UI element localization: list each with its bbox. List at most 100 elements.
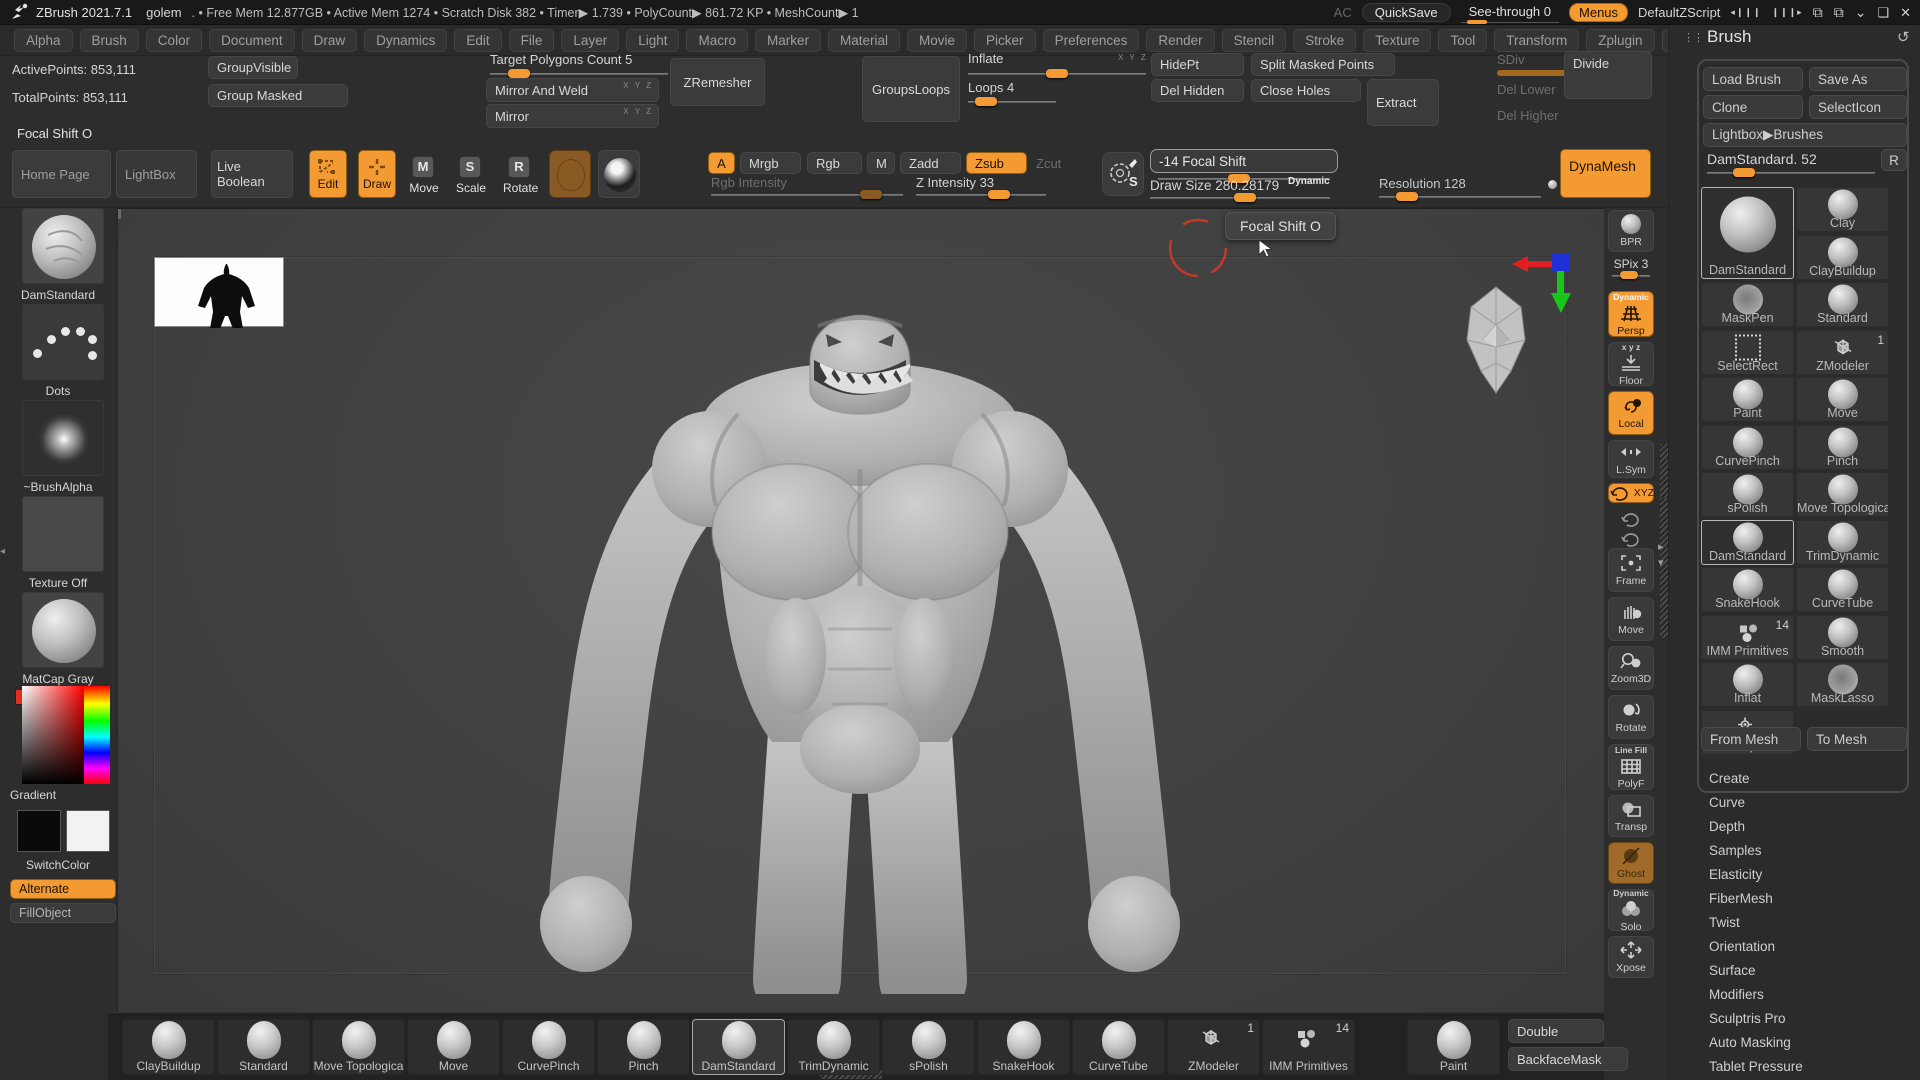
tray-item-move-topologica[interactable]: Move Topologica xyxy=(312,1019,405,1075)
loops-handle[interactable] xyxy=(975,97,997,106)
menu-texture[interactable]: Texture xyxy=(1363,29,1431,52)
close-holes-button[interactable]: Close Holes xyxy=(1251,79,1361,102)
subpalette-sculptris-pro[interactable]: Sculptris Pro xyxy=(1709,1011,1786,1026)
menu-file[interactable]: File xyxy=(509,29,555,52)
dock-button-transp[interactable]: Transp xyxy=(1608,795,1654,837)
scrub-left-icon[interactable]: ◂❙❙❙ xyxy=(1730,7,1761,18)
menus-button[interactable]: Menus xyxy=(1569,3,1628,22)
move-gizmo-button[interactable]: M Move xyxy=(407,156,441,198)
tray-item-damstandard[interactable]: DamStandard xyxy=(692,1019,785,1075)
current-brush-preview[interactable] xyxy=(549,150,591,198)
group-visible-button[interactable]: GroupVisible xyxy=(208,56,298,79)
palette-title[interactable]: Brush xyxy=(1707,27,1751,47)
dock-expand-right-icon[interactable]: ▸ xyxy=(1658,540,1664,553)
dock-button-xyz[interactable]: XYZ xyxy=(1608,483,1654,503)
tray-item-imm-primitives[interactable]: IMM Primitives14 xyxy=(1262,1019,1355,1075)
inflate-xyz-toggle[interactable]: X Y Z xyxy=(1118,53,1148,62)
brush-grid-item-maskpen[interactable]: MaskPen xyxy=(1701,282,1794,327)
tray-item-spolish[interactable]: sPolish xyxy=(882,1019,975,1075)
spix-slider[interactable]: SPix 3 xyxy=(1608,257,1654,285)
brush-grid-item-selectrect[interactable]: SelectRect xyxy=(1701,330,1794,375)
viewport-canvas[interactable]: Focal Shift O xyxy=(118,208,1604,1012)
brush-r-button[interactable]: R xyxy=(1881,149,1907,171)
brush-grid-item-curvetube[interactable]: CurveTube xyxy=(1796,567,1889,612)
secondary-color-swatch[interactable] xyxy=(66,810,110,852)
subpalette-elasticity[interactable]: Elasticity xyxy=(1709,867,1762,882)
split-masked-points-button[interactable]: Split Masked Points xyxy=(1251,53,1395,76)
tray-item-paint[interactable]: Paint xyxy=(1407,1019,1500,1075)
brush-grid-item-masklasso[interactable]: MaskLasso xyxy=(1796,662,1889,707)
subpalette-modifiers[interactable]: Modifiers xyxy=(1709,987,1764,1002)
brush-grid-item-spolish[interactable]: sPolish xyxy=(1701,472,1794,517)
brush-grid-item-move-topologica[interactable]: Move Topologica xyxy=(1796,472,1889,517)
tray-item-snakehook[interactable]: SnakeHook xyxy=(977,1019,1070,1075)
subpalette-samples[interactable]: Samples xyxy=(1709,843,1762,858)
brush-grid-item-imm-primitives[interactable]: IMM Primitives14 xyxy=(1701,615,1794,660)
dock-button-rotate[interactable]: Rotate xyxy=(1608,695,1654,739)
brush-grid-item-zmodeler[interactable]: ZModeler1 xyxy=(1796,330,1889,375)
dock-button-move[interactable]: Move xyxy=(1608,597,1654,641)
brush-grid-item-clay[interactable]: Clay xyxy=(1796,187,1889,232)
alternate-button[interactable]: Alternate xyxy=(10,879,116,899)
dock-button-ghost[interactable]: Ghost xyxy=(1608,842,1654,884)
main-color-swatch[interactable] xyxy=(17,810,61,852)
draw-size-dynamic-toggle[interactable]: Dynamic xyxy=(1288,176,1330,187)
menu-marker[interactable]: Marker xyxy=(755,29,821,52)
tray-item-curvetube[interactable]: CurveTube xyxy=(1072,1019,1165,1075)
lightbox-brushes-button[interactable]: Lightbox▶Brushes xyxy=(1703,123,1907,147)
dock-button-persp[interactable]: DynamicPersp xyxy=(1608,291,1654,337)
brush-grid-item-paint[interactable]: Paint xyxy=(1701,377,1794,422)
subpalette-auto-masking[interactable]: Auto Masking xyxy=(1709,1035,1791,1050)
m-button[interactable]: M xyxy=(867,152,895,174)
groups-loops-button[interactable]: GroupsLoops xyxy=(862,56,960,122)
dock-button-xpose[interactable]: Xpose xyxy=(1608,936,1654,978)
anchor-button[interactable]: A xyxy=(708,152,735,174)
extract-button[interactable]: Extract xyxy=(1367,79,1439,126)
zadd-button[interactable]: Zadd xyxy=(900,152,961,174)
tray-item-claybuildup[interactable]: ClayBuildup xyxy=(122,1019,215,1075)
gradient-label[interactable]: Gradient xyxy=(10,788,116,802)
dock-button-polyf[interactable]: Line FillPolyF xyxy=(1608,744,1654,790)
double-button[interactable]: Double xyxy=(1508,1019,1604,1043)
brush-grid-item-claybuildup[interactable]: ClayBuildup xyxy=(1796,235,1889,280)
menu-stencil[interactable]: Stencil xyxy=(1222,29,1287,52)
rgb-button[interactable]: Rgb xyxy=(807,152,862,174)
collapse-left-arrow-icon[interactable]: ◂ xyxy=(0,546,5,557)
tray-item-zmodeler[interactable]: ZModeler1 xyxy=(1167,1019,1260,1075)
target-polygons-handle[interactable] xyxy=(508,69,530,78)
tray-item-pinch[interactable]: Pinch xyxy=(597,1019,690,1075)
dock-button-floor[interactable]: x y zFloor xyxy=(1608,342,1654,386)
mirror-and-weld-button[interactable]: Mirror And WeldX Y Z xyxy=(486,78,659,102)
mrgb-button[interactable]: Mrgb xyxy=(740,152,801,174)
spix-handle[interactable] xyxy=(1620,271,1638,279)
tile-icon[interactable]: ⧉ xyxy=(1834,4,1845,21)
scrub-right-icon[interactable]: ❙❙❙▸ xyxy=(1772,7,1803,18)
brush-grid-item-move[interactable]: Move xyxy=(1796,377,1889,422)
draw-button[interactable]: Draw xyxy=(358,150,396,198)
brush-grid-item-smooth[interactable]: Smooth xyxy=(1796,615,1889,660)
see-through-slider[interactable]: See-through 0 xyxy=(1461,3,1559,23)
subpalette-create[interactable]: Create xyxy=(1709,771,1750,786)
dynamesh-button[interactable]: DynaMesh xyxy=(1560,149,1651,198)
dock-button-solo[interactable]: DynamicSolo xyxy=(1608,889,1654,931)
color-hue-strip[interactable] xyxy=(84,686,110,784)
mirror-xyz-toggle[interactable]: X Y Z xyxy=(623,107,653,116)
clone-button[interactable]: Clone xyxy=(1703,95,1803,119)
brush-grid-item-curvepinch[interactable]: CurvePinch xyxy=(1701,425,1794,470)
menu-tool[interactable]: Tool xyxy=(1438,29,1487,52)
dock-button-local[interactable]: Local xyxy=(1608,391,1654,435)
quicksave-button[interactable]: QuickSave xyxy=(1362,3,1451,22)
menu-transform[interactable]: Transform xyxy=(1494,29,1579,52)
menu-stroke[interactable]: Stroke xyxy=(1293,29,1356,52)
dock-expand-left-icon[interactable]: ▾ xyxy=(1658,556,1664,569)
brush-grid-item-damstandard[interactable]: DamStandard xyxy=(1701,187,1794,279)
menu-preferences[interactable]: Preferences xyxy=(1043,29,1140,52)
subpalette-orientation[interactable]: Orientation xyxy=(1709,939,1775,954)
save-as-button[interactable]: Save As xyxy=(1809,67,1907,91)
default-zscript-button[interactable]: DefaultZScript xyxy=(1638,5,1720,20)
menu-movie[interactable]: Movie xyxy=(907,29,967,52)
menu-brush[interactable]: Brush xyxy=(80,29,139,52)
alpha-thumbnail[interactable] xyxy=(22,400,104,476)
cascade-icon[interactable]: ⧉ xyxy=(1813,4,1824,21)
fill-object-button[interactable]: FillObject xyxy=(10,903,116,923)
